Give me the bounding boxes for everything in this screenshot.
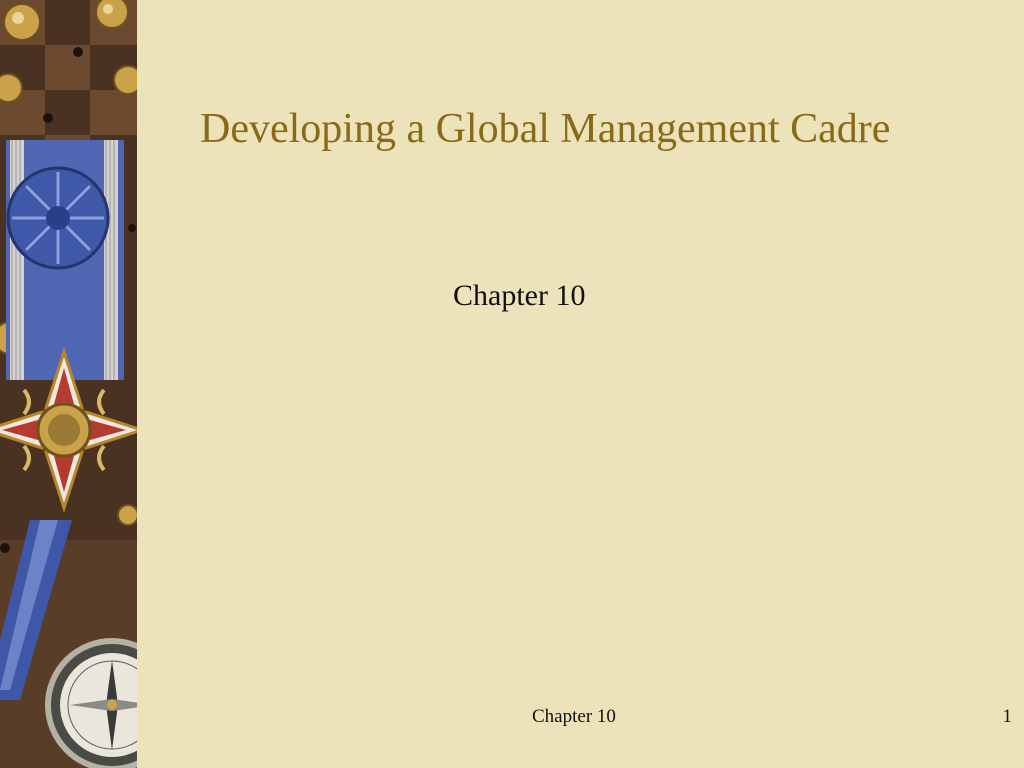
slide-title: Developing a Global Management Cadre bbox=[200, 106, 891, 152]
slide-footer: Chapter 10 bbox=[532, 706, 616, 727]
medal-collage-image bbox=[0, 0, 137, 768]
slide-page-number: 1 bbox=[1002, 706, 1013, 727]
slide: Developing a Global Management Cadre Cha… bbox=[0, 0, 1024, 768]
slide-subtitle: Chapter 10 bbox=[453, 279, 586, 312]
